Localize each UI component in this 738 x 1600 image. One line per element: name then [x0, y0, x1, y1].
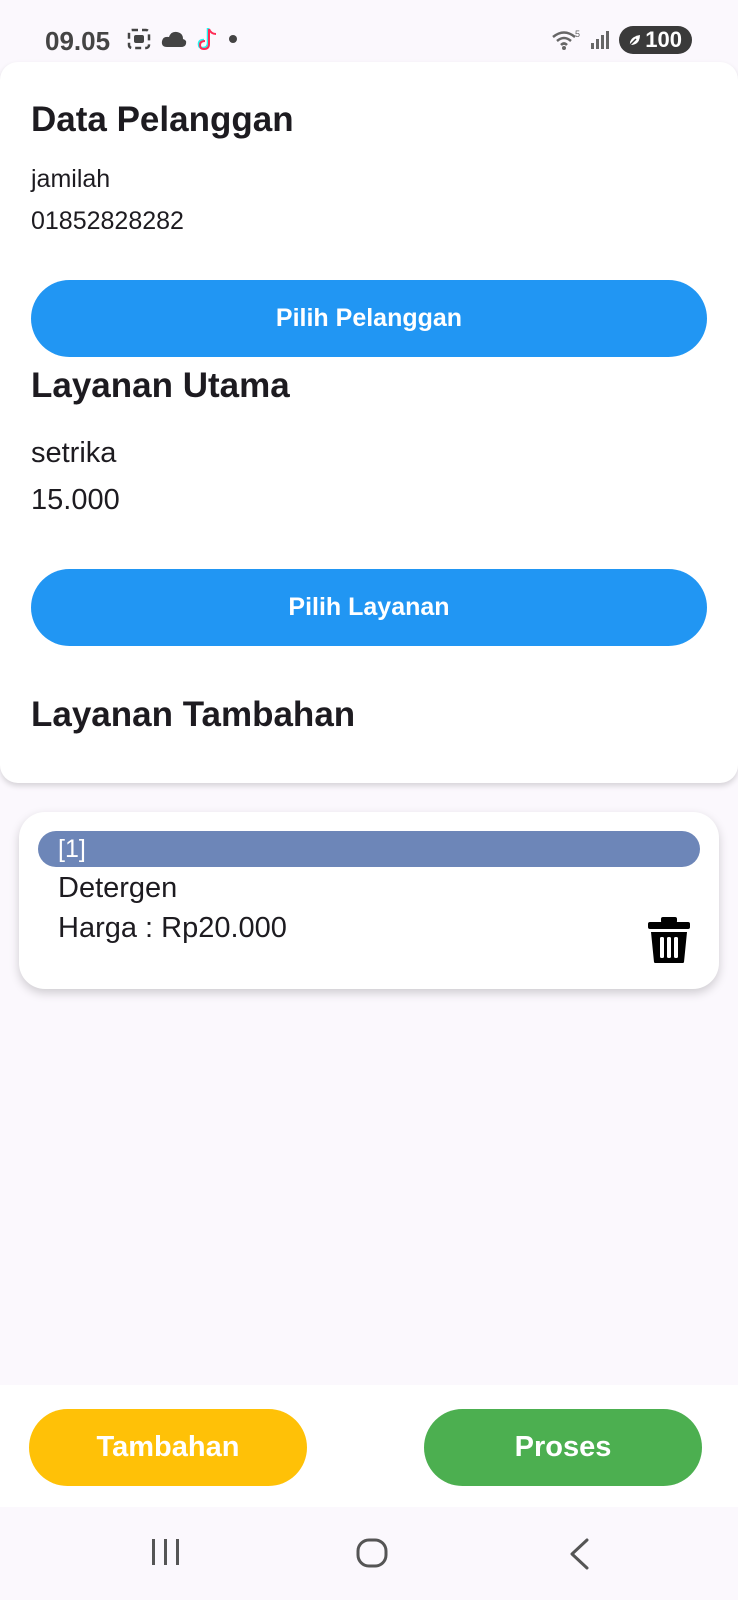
status-time: 09.05: [45, 26, 111, 56]
signal-icon: [591, 31, 610, 49]
home-icon[interactable]: [355, 1537, 389, 1569]
tiktok-icon: [197, 28, 217, 51]
wifi-icon: 5: [552, 29, 580, 50]
notification-dot-icon: [229, 35, 237, 43]
add-extra-button[interactable]: Tambahan: [29, 1409, 307, 1486]
select-customer-button[interactable]: Pilih Pelanggan: [31, 280, 707, 357]
extra-service-price: Harga : Rp20.000: [58, 912, 287, 944]
bottom-action-bar: Tambahan Proses: [0, 1385, 738, 1507]
status-icons-left: [126, 26, 240, 52]
battery-indicator: 100: [619, 26, 692, 54]
svg-text:5: 5: [575, 29, 580, 39]
status-bar: 09.05 5 100: [0, 0, 738, 62]
order-form-card: Data Pelanggan jamilah 01852828282 Pilih…: [0, 62, 738, 783]
battery-icon: [629, 35, 641, 46]
system-nav-bar: [0, 1507, 738, 1600]
extra-service-item: [1] Detergen Harga : Rp20.000: [19, 812, 719, 989]
customer-phone: 01852828282: [31, 207, 184, 235]
customer-name: jamilah: [31, 165, 111, 193]
screenshot-icon: [127, 28, 151, 50]
status-icons-right: 5 100: [551, 26, 692, 54]
main-service-name: setrika: [31, 437, 117, 469]
main-service-price: 15.000: [31, 484, 120, 516]
select-service-button[interactable]: Pilih Layanan: [31, 569, 707, 646]
cloud-icon: [161, 31, 187, 47]
battery-level: 100: [645, 27, 682, 52]
trash-icon[interactable]: [647, 916, 691, 964]
back-icon[interactable]: [567, 1537, 591, 1571]
main-service-section-title: Layanan Utama: [31, 366, 290, 405]
recents-icon[interactable]: [150, 1537, 182, 1567]
extra-service-name: Detergen: [58, 872, 178, 904]
extra-services-section-title: Layanan Tambahan: [31, 695, 356, 734]
customer-section-title: Data Pelanggan: [31, 100, 294, 139]
extra-service-index: [1]: [38, 831, 700, 867]
process-button[interactable]: Proses: [424, 1409, 702, 1486]
